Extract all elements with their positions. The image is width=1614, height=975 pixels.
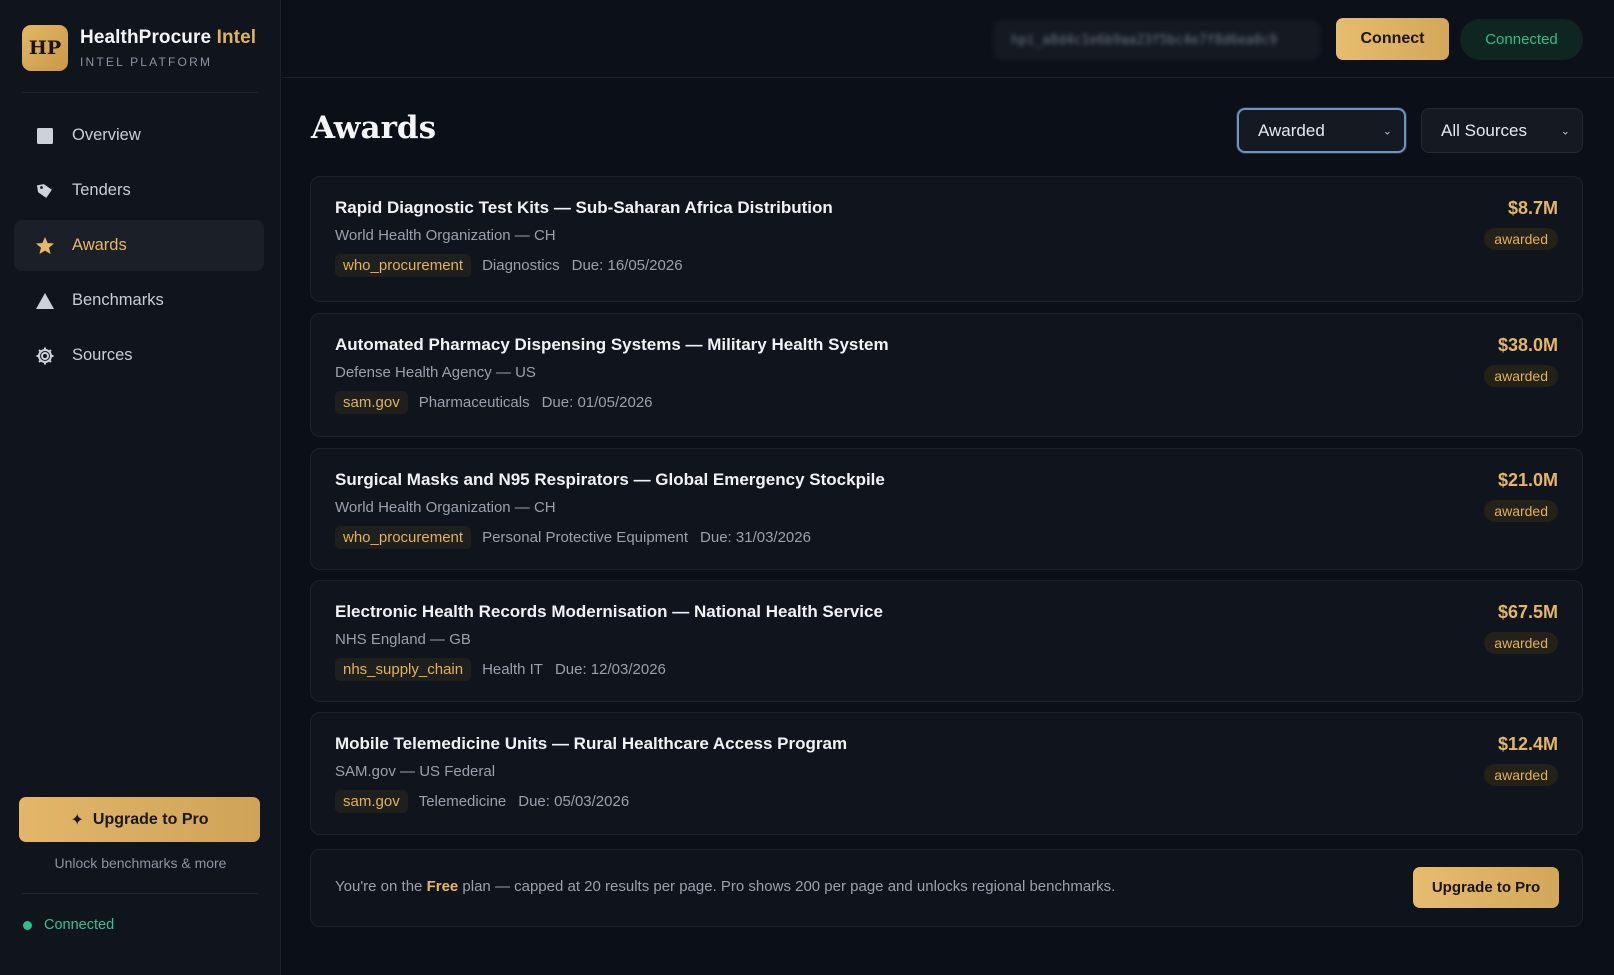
- brand-name-accent: Intel: [216, 27, 257, 48]
- tag-icon: [35, 181, 55, 201]
- brand-name-main: HealthProcure: [80, 27, 212, 48]
- award-org: NHS England — GB: [335, 631, 471, 648]
- sidebar-item-label: Overview: [72, 126, 141, 144]
- gear-icon: [35, 346, 55, 366]
- sidebar: HP HealthProcure Intel INTEL PLATFORM Ov…: [0, 0, 281, 975]
- status-badge: awarded: [1484, 764, 1558, 786]
- award-meta: nhs_supply_chain Health IT Due: 12/03/20…: [335, 658, 666, 681]
- status-badge: awarded: [1484, 228, 1558, 250]
- award-meta: who_procurement Personal Protective Equi…: [335, 526, 811, 549]
- award-due-date: Due: 05/03/2026: [518, 793, 630, 810]
- star-icon: [35, 236, 55, 256]
- source-tag[interactable]: who_procurement: [335, 526, 472, 549]
- sidebar-item-sources[interactable]: Sources: [14, 330, 264, 381]
- connection-status: Connected: [23, 917, 114, 933]
- award-card[interactable]: Surgical Masks and N95 Respirators — Glo…: [310, 448, 1583, 570]
- source-tag[interactable]: sam.gov: [335, 790, 408, 813]
- status-badge: awarded: [1484, 632, 1558, 654]
- award-org: Defense Health Agency — US: [335, 364, 536, 381]
- award-title[interactable]: Automated Pharmacy Dispensing Systems — …: [335, 335, 889, 355]
- status-badge: awarded: [1484, 500, 1558, 522]
- sidebar-item-label: Benchmarks: [72, 291, 164, 309]
- award-category: Telemedicine: [418, 793, 507, 810]
- connected-badge: Connected: [1460, 19, 1583, 60]
- award-due-date: Due: 31/03/2026: [700, 529, 811, 546]
- award-title[interactable]: Mobile Telemedicine Units — Rural Health…: [335, 734, 847, 754]
- status-dot-icon: [23, 920, 32, 930]
- status-filter-select[interactable]: Awarded ⌄: [1237, 108, 1406, 153]
- source-tag[interactable]: sam.gov: [335, 391, 408, 414]
- award-amount: $21.0M: [1497, 470, 1558, 490]
- sparkle-icon: ✦: [70, 811, 84, 829]
- award-category: Pharmaceuticals: [418, 394, 530, 411]
- upgrade-label: Upgrade to Pro: [92, 810, 209, 828]
- source-filter-select[interactable]: All Sources ⌄: [1421, 108, 1583, 153]
- award-category: Health IT: [482, 661, 543, 678]
- award-due-date: Due: 01/05/2026: [541, 394, 653, 411]
- award-org: World Health Organization — CH: [335, 227, 556, 244]
- sidebar-upgrade-button[interactable]: ✦ Upgrade to Pro: [19, 797, 260, 842]
- sidebar-item-label: Tenders: [72, 181, 131, 199]
- sidebar-item-label: Awards: [72, 236, 127, 254]
- sidebar-item-label: Sources: [72, 346, 133, 364]
- connect-button[interactable]: Connect: [1336, 18, 1449, 60]
- plan-text-prefix: You're on the: [335, 878, 427, 895]
- square-icon: [35, 126, 55, 146]
- award-org: SAM.gov — US Federal: [335, 763, 496, 780]
- status-label: Connected: [44, 917, 115, 933]
- award-meta: sam.gov Telemedicine Due: 05/03/2026: [335, 790, 629, 813]
- plan-text-suffix: plan — capped at 20 results per page. Pr…: [458, 878, 1116, 895]
- brand-logo: HP: [22, 25, 68, 71]
- sidebar-nav: Overview Tenders Awards Benchmarks Sourc…: [14, 110, 264, 385]
- plan-name: Free: [426, 878, 459, 895]
- award-card[interactable]: Rapid Diagnostic Test Kits — Sub-Saharan…: [310, 176, 1583, 302]
- sidebar-divider: [22, 893, 258, 894]
- award-amount: $12.4M: [1497, 734, 1558, 754]
- status-badge: awarded: [1484, 365, 1558, 387]
- award-amount: $67.5M: [1497, 602, 1558, 622]
- brand-subtitle: INTEL PLATFORM: [80, 55, 213, 69]
- sidebar-divider: [22, 92, 258, 93]
- award-category: Personal Protective Equipment: [482, 529, 689, 546]
- sidebar-item-tenders[interactable]: Tenders: [14, 165, 264, 216]
- triangle-icon: [35, 291, 55, 311]
- plan-text: You're on the Free plan — capped at 20 r…: [335, 878, 1115, 895]
- chevron-down-icon: ⌄: [1560, 125, 1570, 137]
- source-filter-value: All Sources: [1441, 120, 1527, 140]
- page-title: Awards: [311, 110, 437, 146]
- award-meta: who_procurement Diagnostics Due: 16/05/2…: [335, 254, 683, 277]
- chevron-down-icon: ⌄: [1382, 125, 1392, 137]
- award-amount: $38.0M: [1497, 335, 1558, 355]
- award-title[interactable]: Rapid Diagnostic Test Kits — Sub-Saharan…: [335, 198, 833, 218]
- award-amount: $8.7M: [1507, 198, 1558, 218]
- plan-notice: You're on the Free plan — capped at 20 r…: [310, 849, 1583, 927]
- sidebar-item-awards[interactable]: Awards: [14, 220, 264, 271]
- award-card[interactable]: Electronic Health Records Modernisation …: [310, 580, 1583, 702]
- upgrade-to-pro-button[interactable]: Upgrade to Pro: [1413, 867, 1559, 908]
- award-category: Diagnostics: [482, 257, 560, 274]
- brand-name: HealthProcure Intel: [80, 27, 256, 49]
- award-card[interactable]: Mobile Telemedicine Units — Rural Health…: [310, 712, 1583, 835]
- unlock-text: Unlock benchmarks & more: [54, 855, 227, 871]
- award-title[interactable]: Electronic Health Records Modernisation …: [335, 602, 883, 622]
- source-tag[interactable]: nhs_supply_chain: [335, 658, 472, 681]
- award-due-date: Due: 16/05/2026: [571, 257, 683, 274]
- award-title[interactable]: Surgical Masks and N95 Respirators — Glo…: [335, 470, 885, 490]
- status-filter-value: Awarded: [1258, 120, 1325, 140]
- award-meta: sam.gov Pharmaceuticals Due: 01/05/2026: [335, 391, 653, 414]
- api-token-field[interactable]: hpi_a8d4c1e6b9aa23f5bc4e7f8d6ea0c9: [993, 20, 1321, 60]
- source-tag[interactable]: who_procurement: [335, 254, 472, 277]
- award-org: World Health Organization — CH: [335, 499, 556, 516]
- sidebar-item-overview[interactable]: Overview: [14, 110, 264, 161]
- sidebar-item-benchmarks[interactable]: Benchmarks: [14, 275, 264, 326]
- award-card[interactable]: Automated Pharmacy Dispensing Systems — …: [310, 313, 1583, 437]
- award-due-date: Due: 12/03/2026: [554, 661, 666, 678]
- brand[interactable]: HP HealthProcure Intel INTEL PLATFORM: [22, 25, 256, 71]
